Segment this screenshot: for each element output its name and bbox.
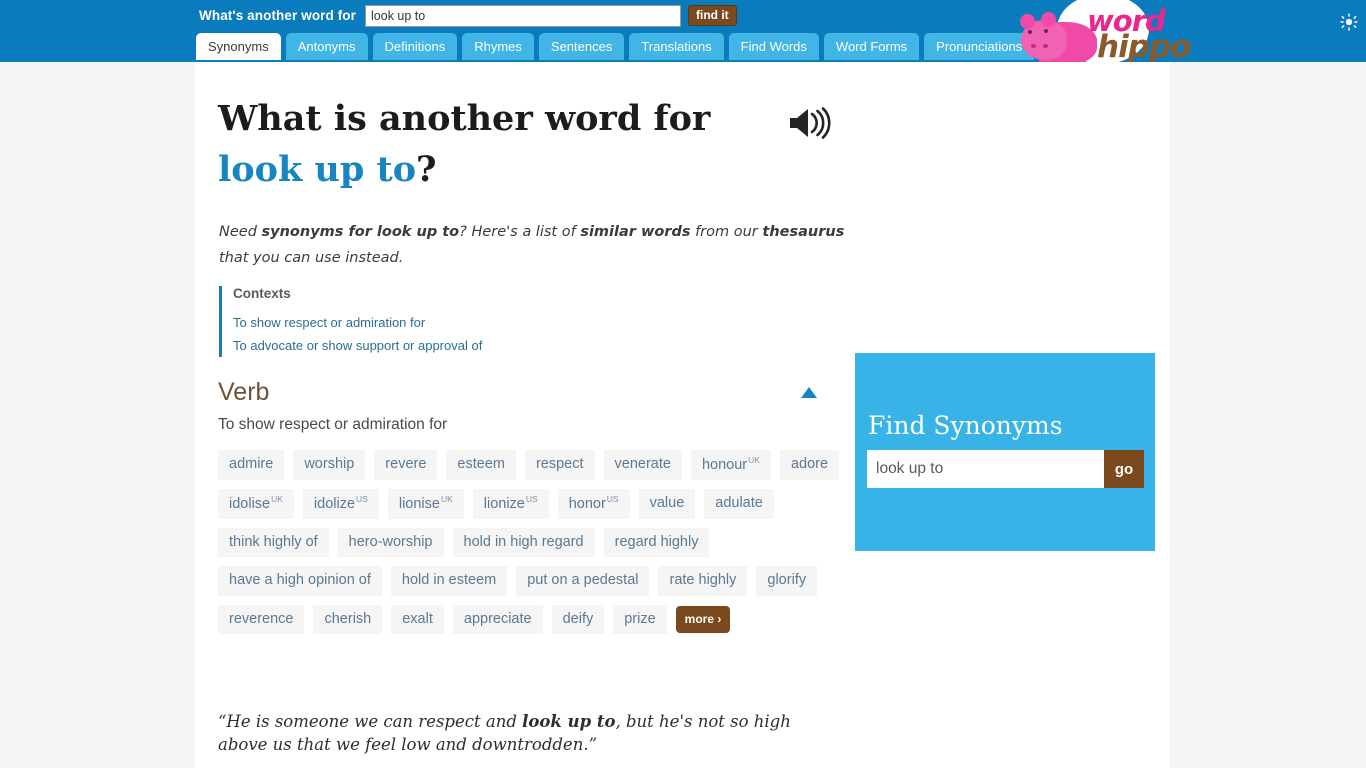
synonym-chip[interactable]: adulate: [704, 489, 774, 520]
part-of-speech-section: Verb To show respect or admiration for a…: [218, 378, 840, 634]
synonym-chip[interactable]: venerate: [603, 450, 682, 481]
locale-tag: UK: [440, 494, 453, 505]
synonym-chip[interactable]: revere: [374, 450, 438, 481]
synonym-chip[interactable]: idoliseUK: [218, 489, 294, 520]
sense-definition: To show respect or admiration for: [218, 416, 448, 433]
headline-suffix: ?: [416, 148, 437, 190]
synonym-chip[interactable]: have a high opinion of: [218, 566, 382, 596]
part-of-speech-label: Verb: [218, 378, 270, 406]
synonym-chip[interactable]: lioniseUK: [387, 489, 464, 520]
lead-paragraph: Need synonyms for look up to? Here's a l…: [219, 219, 845, 272]
lead-bold-2: similar words: [580, 224, 691, 240]
synonym-chip-list: admire worship revere esteem respect venerate…: [218, 450, 858, 634]
nav-tabs: Synonyms Antonyms Definitions Rhymes Sen…: [196, 33, 1035, 60]
locale-tag: US: [525, 494, 538, 505]
context-link-1[interactable]: To advocate or show support or approval …: [233, 334, 482, 357]
quote-text-1: “He is someone we can respect and: [218, 712, 523, 731]
synonym-chip[interactable]: regard highly: [603, 528, 710, 558]
synonym-chip[interactable]: hold in high regard: [452, 528, 595, 558]
synonym-chip[interactable]: exalt: [391, 604, 444, 634]
headline-prefix: What is another word for: [218, 98, 711, 139]
synonym-chip[interactable]: think highly of: [218, 528, 329, 558]
synonym-chip[interactable]: put on a pedestal: [516, 566, 650, 596]
synonym-chip[interactable]: prize: [613, 604, 667, 634]
synonym-chip[interactable]: glorify: [756, 566, 818, 596]
synonym-chip[interactable]: esteem: [446, 450, 516, 481]
hippo-nostril-icon: [1043, 44, 1048, 48]
header-search-input[interactable]: [365, 4, 682, 27]
find-synonyms-input[interactable]: [867, 450, 1104, 488]
locale-tag: UK: [748, 455, 760, 465]
synonym-chip[interactable]: hold in esteem: [390, 566, 508, 596]
example-quote: “He is someone we can respect and look u…: [218, 710, 843, 757]
locale-tag: US: [356, 494, 368, 505]
hippo-eye-icon: [1028, 30, 1032, 34]
header-search-form: What's another word for find it: [199, 4, 737, 27]
synonym-chip[interactable]: honorUS: [557, 489, 630, 520]
find-synonyms-form: go: [867, 450, 1144, 488]
hippo-ear-icon: [1041, 12, 1056, 27]
synonym-chip[interactable]: deify: [551, 604, 605, 634]
locale-tag: UK: [271, 494, 283, 505]
hippo-nostril-icon: [1031, 44, 1036, 48]
synonym-chip[interactable]: respect: [524, 450, 595, 481]
synonym-chip[interactable]: rate highly: [658, 566, 748, 596]
tab-antonyms[interactable]: Antonyms: [285, 33, 368, 60]
tab-definitions[interactable]: Definitions: [372, 33, 458, 60]
tab-word-forms[interactable]: Word Forms: [823, 33, 920, 60]
search-label: What's another word for: [199, 8, 357, 23]
find-synonyms-title: Find Synonyms: [868, 411, 1063, 440]
logo-hippo-text: hippo: [1097, 29, 1191, 65]
synonym-chip[interactable]: honourUK: [690, 450, 771, 481]
tab-synonyms[interactable]: Synonyms: [196, 33, 281, 60]
synonym-chip[interactable]: lionizeUS: [472, 489, 549, 520]
synonym-chip[interactable]: worship: [293, 450, 366, 481]
headline-term: look up to: [218, 148, 417, 190]
tab-sentences[interactable]: Sentences: [538, 33, 625, 60]
quote-bold: look up to: [522, 712, 616, 731]
lead-text-4: that you can use instead.: [219, 250, 404, 267]
top-header-bar: What's another word for find it Synonyms…: [0, 0, 1366, 70]
hippo-ear-icon: [1020, 14, 1035, 29]
lead-text-3: from our: [690, 224, 763, 240]
lead-bold-3: thesaurus: [762, 224, 845, 240]
tab-rhymes[interactable]: Rhymes: [462, 33, 534, 60]
find-it-button[interactable]: find it: [688, 5, 737, 26]
synonym-chip[interactable]: admire: [218, 450, 285, 481]
tab-translations[interactable]: Translations: [629, 33, 724, 60]
find-synonyms-widget: Find Synonyms go: [855, 353, 1155, 551]
synonym-chip[interactable]: cherish: [313, 604, 383, 634]
contexts-box: Contexts To show respect or admiration f…: [219, 286, 482, 358]
go-button[interactable]: go: [1104, 450, 1144, 488]
speaker-icon[interactable]: [788, 107, 831, 144]
part-of-speech-header: Verb: [218, 378, 818, 407]
locale-tag: US: [606, 494, 619, 505]
synonym-chip[interactable]: reverence: [218, 604, 305, 634]
page-title: What is another word for look up to?: [218, 94, 858, 196]
lead-text-1: Need: [219, 224, 262, 240]
synonym-chip[interactable]: hero-worship: [337, 528, 444, 558]
tab-find-words[interactable]: Find Words: [728, 33, 819, 60]
synonym-chip[interactable]: adore: [779, 450, 840, 481]
lead-bold-1: synonyms for look up to: [261, 224, 460, 240]
hippo-eye-icon: [1044, 29, 1048, 33]
synonym-chip[interactable]: value: [638, 489, 696, 520]
context-link-0[interactable]: To show respect or admiration for: [233, 311, 482, 334]
triangle-up-icon[interactable]: [801, 387, 817, 398]
contexts-heading: Contexts: [233, 286, 291, 301]
synonym-chip[interactable]: idolizeUS: [302, 489, 379, 520]
sun-icon[interactable]: [1340, 13, 1358, 31]
more-button[interactable]: more ›: [675, 605, 731, 633]
lead-text-2: ? Here's a list of: [459, 224, 581, 240]
synonym-chip[interactable]: appreciate: [452, 604, 543, 634]
